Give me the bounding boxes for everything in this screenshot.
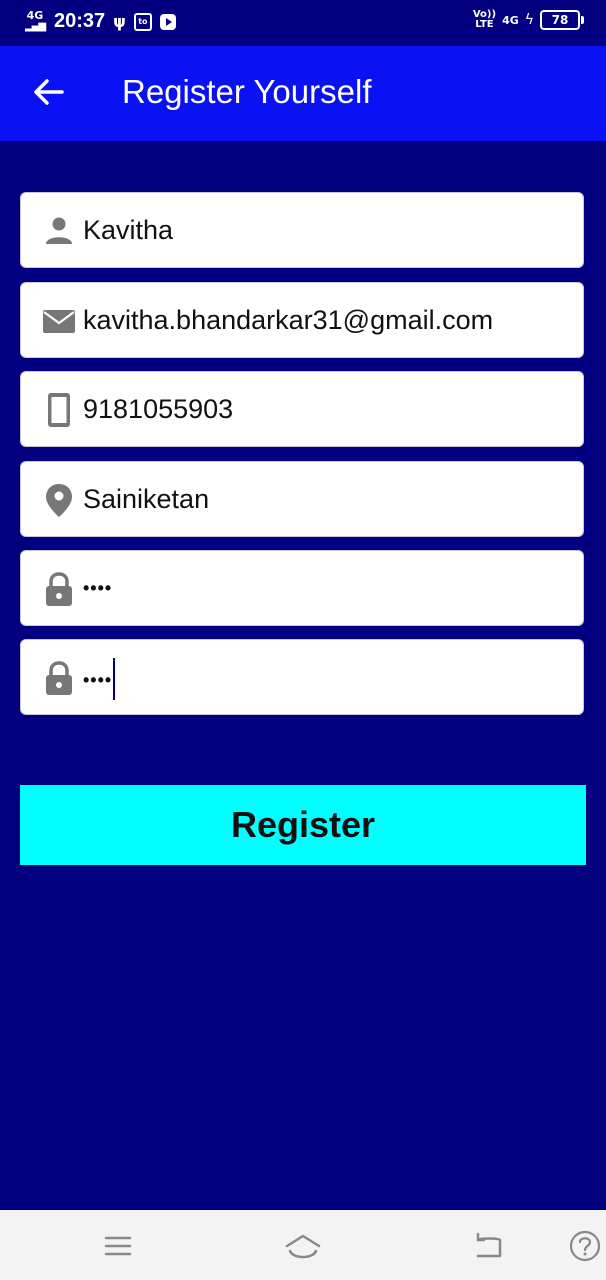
back-icon[interactable] [468, 1226, 508, 1266]
charging-icon: ϟ [524, 12, 534, 28]
name-value: Kavitha [83, 215, 174, 245]
help-icon[interactable] [568, 1226, 602, 1266]
usb-icon: ψ [113, 12, 126, 31]
phone-value: 9181055903 [83, 394, 234, 424]
system-nav-bar [0, 1210, 606, 1280]
lte-label: LTE [475, 19, 494, 30]
mail-icon [41, 303, 77, 339]
email-value: kavitha.bhandarkar31@gmail.com [83, 305, 494, 335]
email-field[interactable]: kavitha.bhandarkar31@gmail.com [20, 282, 584, 358]
status-right: Vo)) LTE 4G ϟ 78 [473, 10, 584, 30]
battery-level: 78 [540, 10, 584, 30]
password-value: •••• [83, 578, 113, 598]
register-button[interactable]: Register [20, 785, 586, 865]
address-value: Sainiketan [83, 484, 210, 514]
lock-icon [41, 571, 77, 607]
network-type-right: 4G [502, 13, 519, 27]
signal-bars-icon: ▂▄▆ [24, 21, 46, 32]
notification-app-icon: to [133, 12, 152, 31]
confirm-password-value: •••• [83, 670, 113, 690]
signal-indicator: 4G ▂▄▆ [24, 10, 46, 32]
phone-field[interactable]: 9181055903 [20, 371, 584, 447]
name-field[interactable]: Kavitha [20, 192, 584, 268]
text-cursor [113, 657, 116, 700]
confirm-password-field[interactable]: •••• [20, 639, 584, 715]
status-left: 4G ▂▄▆ 20:37 ψ to [24, 10, 176, 33]
status-time: 20:37 [54, 10, 106, 32]
person-icon [41, 213, 77, 249]
youtube-icon [159, 13, 176, 30]
arrow-left-icon[interactable] [28, 72, 68, 112]
lock-icon [41, 660, 77, 696]
phone-icon [41, 392, 77, 428]
location-pin-icon [41, 482, 77, 518]
menu-icon[interactable] [98, 1226, 138, 1266]
password-field[interactable]: •••• [20, 550, 584, 626]
volte-indicator: Vo)) LTE [473, 10, 496, 30]
page-title: Register Yourself [122, 73, 372, 110]
confirm-password-input: •••• [83, 640, 116, 714]
status-bar: 4G ▂▄▆ 20:37 ψ to Vo)) LTE 4G ϟ 78 [0, 0, 606, 46]
home-icon[interactable] [283, 1226, 323, 1266]
app-bar: Register Yourself [0, 46, 606, 141]
address-field[interactable]: Sainiketan [20, 461, 584, 537]
